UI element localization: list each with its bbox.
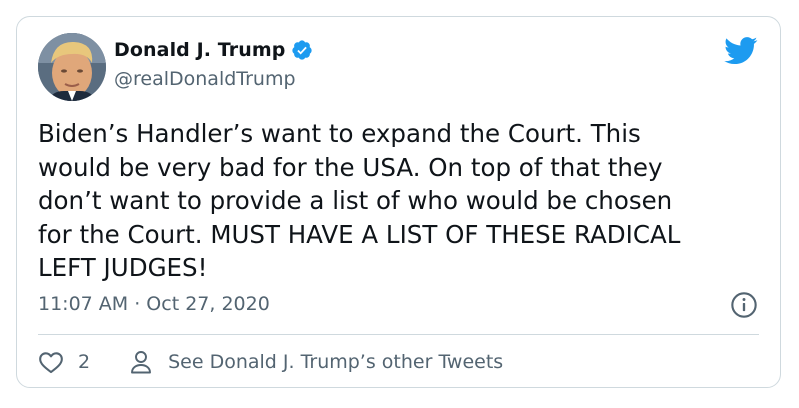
see-other-tweets-link[interactable]: See Donald J. Trump’s other Tweets <box>130 350 503 374</box>
user-handle[interactable]: @realDonaldTrump <box>114 68 296 90</box>
tweet-timestamp[interactable]: 11:07 AM · Oct 27, 2020 <box>38 293 270 315</box>
heart-icon[interactable] <box>38 350 64 374</box>
tweet-text: Biden’s Handler’s want to expand the Cou… <box>38 119 681 282</box>
user-name-row[interactable]: Donald J. Trump <box>114 39 313 61</box>
info-icon[interactable] <box>730 291 758 319</box>
tweet-actions: 2 See Donald J. Trump’s other Tweets <box>38 350 503 374</box>
verified-badge-icon <box>291 39 313 61</box>
avatar[interactable] <box>38 33 106 101</box>
display-name[interactable]: Donald J. Trump <box>114 39 285 61</box>
avatar-image <box>38 33 106 101</box>
twitter-bird-icon[interactable] <box>724 37 758 65</box>
tweet-card[interactable]: Donald J. Trump @realDonaldTrump Biden’s… <box>16 16 781 388</box>
see-other-tweets-label[interactable]: See Donald J. Trump’s other Tweets <box>168 351 503 373</box>
divider <box>38 334 759 335</box>
like-count[interactable]: 2 <box>78 351 90 373</box>
person-icon <box>130 350 152 374</box>
